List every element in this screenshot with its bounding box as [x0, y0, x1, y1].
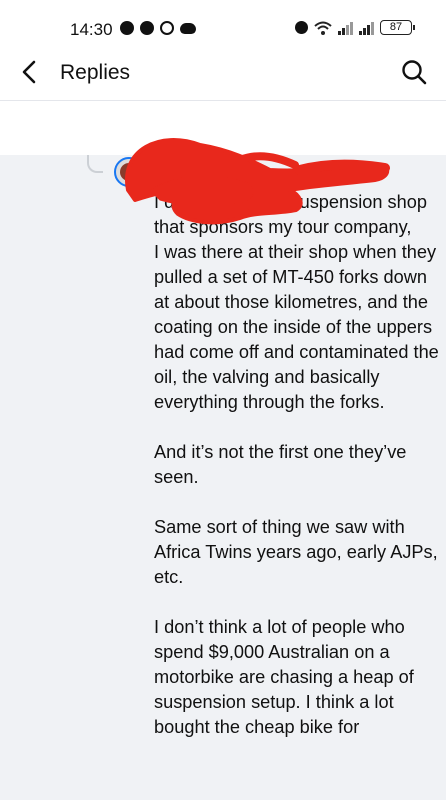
- signal-icon: [338, 21, 353, 35]
- messenger-icon: [120, 21, 134, 35]
- search-icon: [402, 60, 427, 85]
- status-time: 14:30: [70, 20, 113, 39]
- battery-indicator: 87: [380, 20, 415, 35]
- follow-button[interactable]: Follow: [318, 162, 366, 179]
- chevron-left-icon: [22, 60, 36, 84]
- page-title: Replies: [60, 61, 131, 84]
- avatar[interactable]: [114, 157, 144, 187]
- thread-connector: [87, 155, 103, 173]
- app-header: Replies: [0, 44, 446, 101]
- system-icons: 87: [295, 20, 415, 35]
- back-button[interactable]: [16, 58, 44, 86]
- wifi-icon: [314, 21, 332, 35]
- viber-icon: [160, 21, 174, 35]
- comment-body: I don’t know, the suspension shop that s…: [154, 192, 439, 737]
- facebook-icon: [140, 21, 154, 35]
- notification-icons: [120, 21, 196, 35]
- signal-icon: [359, 21, 374, 35]
- search-button[interactable]: [400, 58, 428, 86]
- cloud-icon: [180, 22, 196, 34]
- status-bar: 14:30 87: [0, 0, 446, 44]
- alarm-icon: [295, 21, 308, 34]
